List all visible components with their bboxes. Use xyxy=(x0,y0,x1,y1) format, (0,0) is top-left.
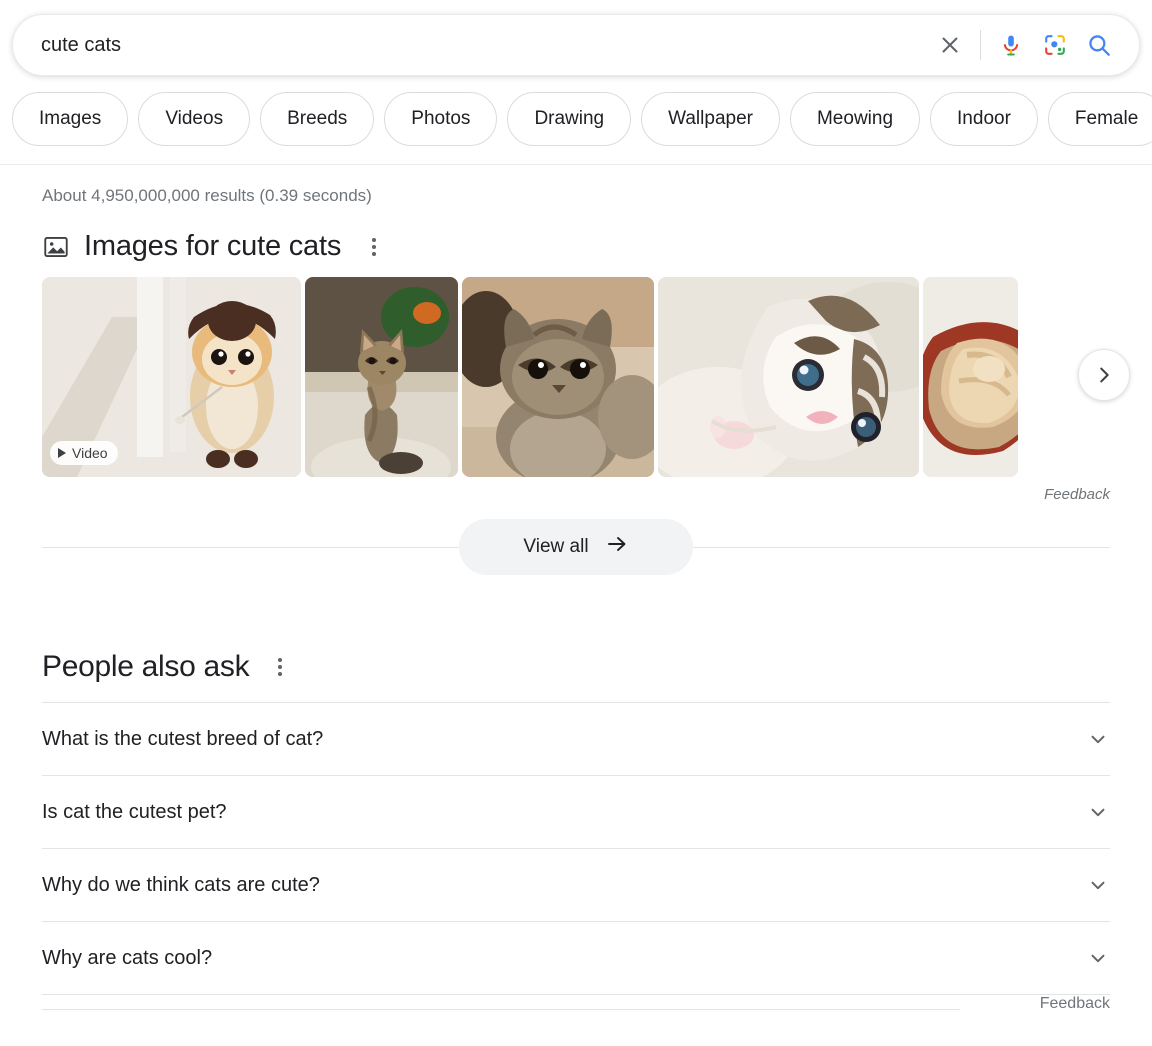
people-also-ask-header: People also ask xyxy=(42,650,1110,684)
chip-label: Meowing xyxy=(816,108,894,129)
chip-drawing[interactable]: Drawing xyxy=(507,92,632,146)
search-actions xyxy=(928,23,1121,67)
chip-wallpaper[interactable]: Wallpaper xyxy=(641,92,780,146)
thumbnail-2[interactable] xyxy=(305,277,458,477)
images-block: Images for cute cats Video Feedback xyxy=(12,230,1140,503)
chip-images[interactable]: Images xyxy=(12,92,129,146)
arrow-right-icon xyxy=(605,532,629,562)
chevron-down-icon[interactable] xyxy=(1086,727,1110,751)
filter-chips-row: Images Videos Breeds Photos Drawing Wall… xyxy=(0,76,1152,165)
search-divider xyxy=(980,30,981,60)
images-block-title: Images for cute cats xyxy=(84,230,342,262)
video-badge: Video xyxy=(50,441,118,465)
chip-meowing[interactable]: Meowing xyxy=(789,92,921,146)
chip-label: Wallpaper xyxy=(668,108,753,129)
divider xyxy=(42,1009,960,1010)
question-item-2[interactable]: Is cat the cutest pet? xyxy=(42,776,1110,849)
search-bar-container xyxy=(0,0,1152,76)
chip-label: Drawing xyxy=(534,108,605,129)
more-options-icon[interactable] xyxy=(269,652,291,682)
chip-label: Indoor xyxy=(957,108,1011,129)
chip-label: Photos xyxy=(411,108,471,129)
search-input[interactable] xyxy=(41,15,928,75)
feedback-link[interactable]: Feedback xyxy=(1040,995,1110,1013)
view-all-container: View all xyxy=(42,519,1110,575)
chip-label: Female xyxy=(1074,108,1139,129)
question-text: What is the cutest breed of cat? xyxy=(42,727,324,750)
chip-label: Videos xyxy=(165,108,224,129)
view-all-button[interactable]: View all xyxy=(459,519,693,575)
search-bar[interactable] xyxy=(12,14,1140,76)
google-lens-icon[interactable] xyxy=(1033,23,1077,67)
more-options-icon[interactable] xyxy=(363,232,385,262)
images-block-header: Images for cute cats xyxy=(42,230,1110,263)
thumbnail-3[interactable] xyxy=(462,277,654,477)
chip-female[interactable]: Female xyxy=(1047,92,1152,146)
image-strip[interactable]: Video xyxy=(42,277,1110,477)
chip-photos[interactable]: Photos xyxy=(384,92,498,146)
question-text: Why are cats cool? xyxy=(42,946,213,969)
play-icon xyxy=(58,448,66,458)
people-also-ask-feedback: Feedback xyxy=(42,995,1110,1023)
picture-icon xyxy=(42,233,70,261)
main-results: About 4,950,000,000 results (0.39 second… xyxy=(0,165,1152,1023)
question-text: Why do we think cats are cute? xyxy=(42,873,320,896)
chevron-right-icon[interactable] xyxy=(1078,349,1130,401)
people-also-ask-title: People also ask xyxy=(42,650,250,683)
question-item-4[interactable]: Why are cats cool? xyxy=(42,922,1110,995)
thumbnail-4[interactable] xyxy=(658,277,919,477)
people-also-ask-block: People also ask What is the cutest breed… xyxy=(12,650,1140,995)
results-count: About 4,950,000,000 results (0.39 second… xyxy=(42,186,372,205)
chip-label: Breeds xyxy=(287,108,348,129)
images-feedback-link[interactable]: Feedback xyxy=(42,486,1110,503)
search-icon[interactable] xyxy=(1077,23,1121,67)
people-also-ask-list: What is the cutest breed of cat? Is cat … xyxy=(42,702,1110,995)
close-icon[interactable] xyxy=(928,23,972,67)
thumbnail-5[interactable] xyxy=(923,277,1018,477)
microphone-icon[interactable] xyxy=(989,23,1033,67)
chip-breeds[interactable]: Breeds xyxy=(260,92,375,146)
thumbnail-1[interactable]: Video xyxy=(42,277,301,477)
chevron-down-icon[interactable] xyxy=(1086,800,1110,824)
chip-label: Images xyxy=(39,108,102,129)
question-text: Is cat the cutest pet? xyxy=(42,800,227,823)
video-badge-label: Video xyxy=(72,445,108,461)
question-item-1[interactable]: What is the cutest breed of cat? xyxy=(42,703,1110,776)
chip-videos[interactable]: Videos xyxy=(138,92,251,146)
view-all-label: View all xyxy=(523,536,589,557)
chip-indoor[interactable]: Indoor xyxy=(930,92,1038,146)
image-strip-container: Video xyxy=(42,277,1130,477)
question-item-3[interactable]: Why do we think cats are cute? xyxy=(42,849,1110,922)
chevron-down-icon[interactable] xyxy=(1086,946,1110,970)
chevron-down-icon[interactable] xyxy=(1086,873,1110,897)
